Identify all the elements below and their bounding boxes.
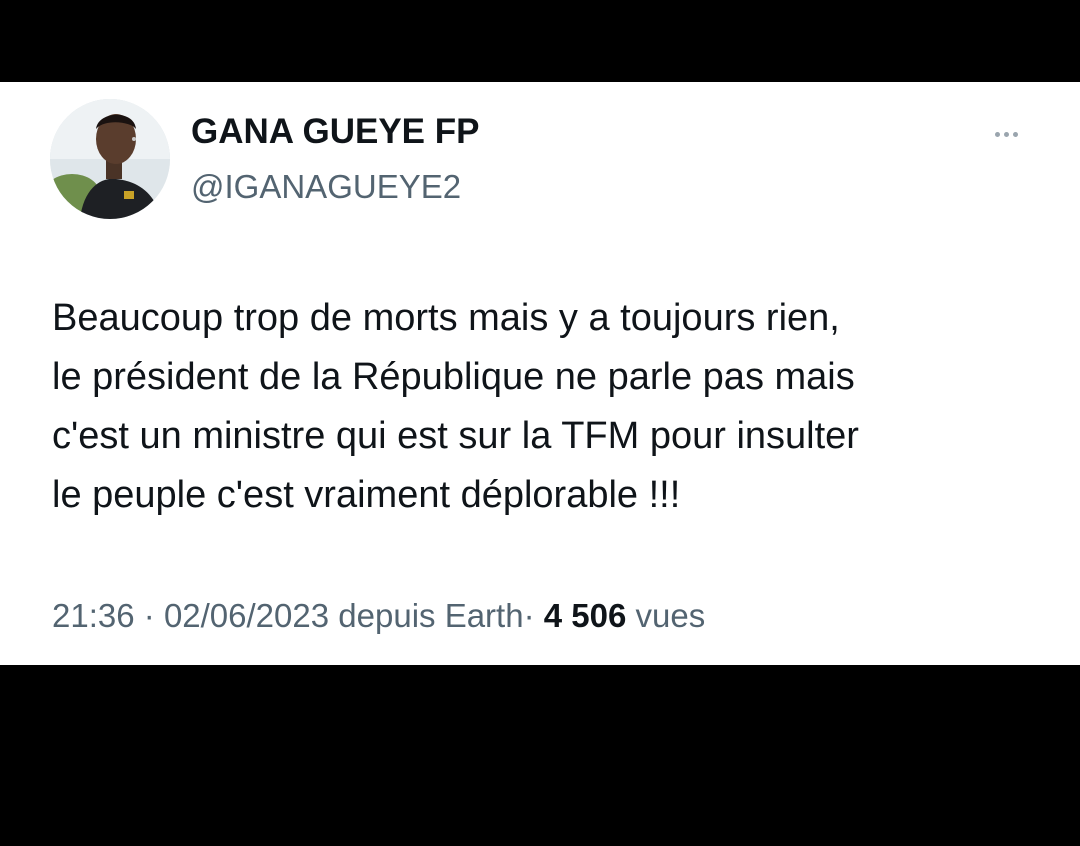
tweet-meta: 21:36 · 02/06/2023 depuis Earth· 4 506 v…: [52, 597, 705, 635]
tweet-text-line: le président de la République ne parle p…: [52, 356, 855, 398]
more-horizontal-icon: [994, 131, 1000, 137]
tweet-source: depuis Earth: [338, 597, 524, 634]
tweet-time[interactable]: 21:36: [52, 597, 135, 634]
tweet-card: GANA GUEYE FP @IGANAGUEYE2 Beaucoup trop…: [0, 82, 1080, 665]
tweet-text-line: c'est un ministre qui est sur la TFM pou…: [52, 415, 859, 457]
avatar[interactable]: [50, 99, 170, 219]
tweet-date[interactable]: 02/06/2023: [164, 597, 329, 634]
more-horizontal-icon: [1003, 131, 1009, 137]
views-label: vues: [635, 597, 706, 634]
tweet-text-line: le peuple c'est vraiment déplorable !!!: [52, 474, 681, 516]
profile-photo: [50, 99, 170, 219]
tweet-text: Beaucoup trop de morts mais y a toujours…: [52, 289, 1052, 525]
screenshot-frame: GANA GUEYE FP @IGANAGUEYE2 Beaucoup trop…: [0, 0, 1080, 846]
views-count[interactable]: 4 506: [544, 597, 627, 634]
author-display-name[interactable]: GANA GUEYE FP: [191, 112, 479, 152]
tweet-text-line: Beaucoup trop de morts mais y a toujours…: [52, 297, 840, 339]
more-options-button[interactable]: [978, 120, 1034, 148]
meta-separator: ·: [523, 597, 535, 634]
author-handle[interactable]: @IGANAGUEYE2: [191, 168, 461, 206]
meta-separator: ·: [143, 597, 155, 634]
more-horizontal-icon: [1012, 131, 1018, 137]
